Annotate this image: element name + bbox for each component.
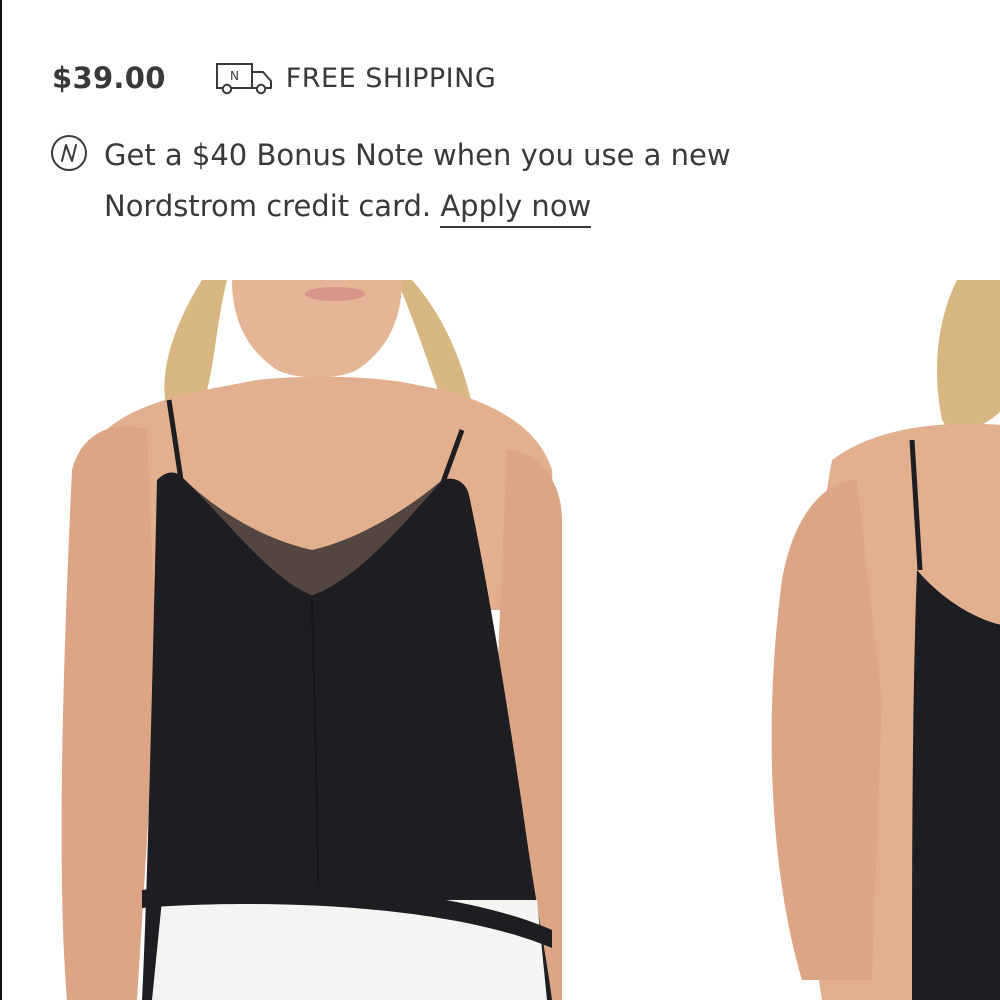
truck-badge-letter: N (230, 69, 239, 83)
product-image-front[interactable] (57, 280, 617, 1000)
delivery-truck-icon: N (215, 63, 272, 95)
promo-line-2: Nordstrom credit card. Apply now (104, 181, 824, 232)
promo-line-2-text: Nordstrom credit card. (104, 189, 441, 223)
promo-line-1: Get a $40 Bonus Note when you use a new (104, 138, 731, 172)
apply-now-link[interactable]: Apply now (440, 189, 592, 228)
credit-card-promo: Get a $40 Bonus Note when you use a new … (50, 132, 824, 232)
promo-text: Get a $40 Bonus Note when you use a new … (104, 130, 824, 232)
product-price: $39.00 (52, 61, 166, 95)
product-image-back[interactable] (762, 280, 1000, 1000)
price-row: $39.00 N FREE SHIPPING (52, 56, 496, 100)
free-shipping-label: FREE SHIPPING (285, 62, 497, 94)
black-camisole-front-photo (61, 280, 562, 1000)
black-camisole-back-photo (771, 280, 1000, 1000)
product-image-gallery[interactable] (2, 280, 1000, 1000)
product-detail-page: $39.00 N FREE SHIPPING Get a $40 Bonus N… (0, 0, 1000, 1000)
nordstrom-n-logo-icon (51, 135, 87, 171)
free-shipping-badge: N FREE SHIPPING (214, 60, 497, 96)
